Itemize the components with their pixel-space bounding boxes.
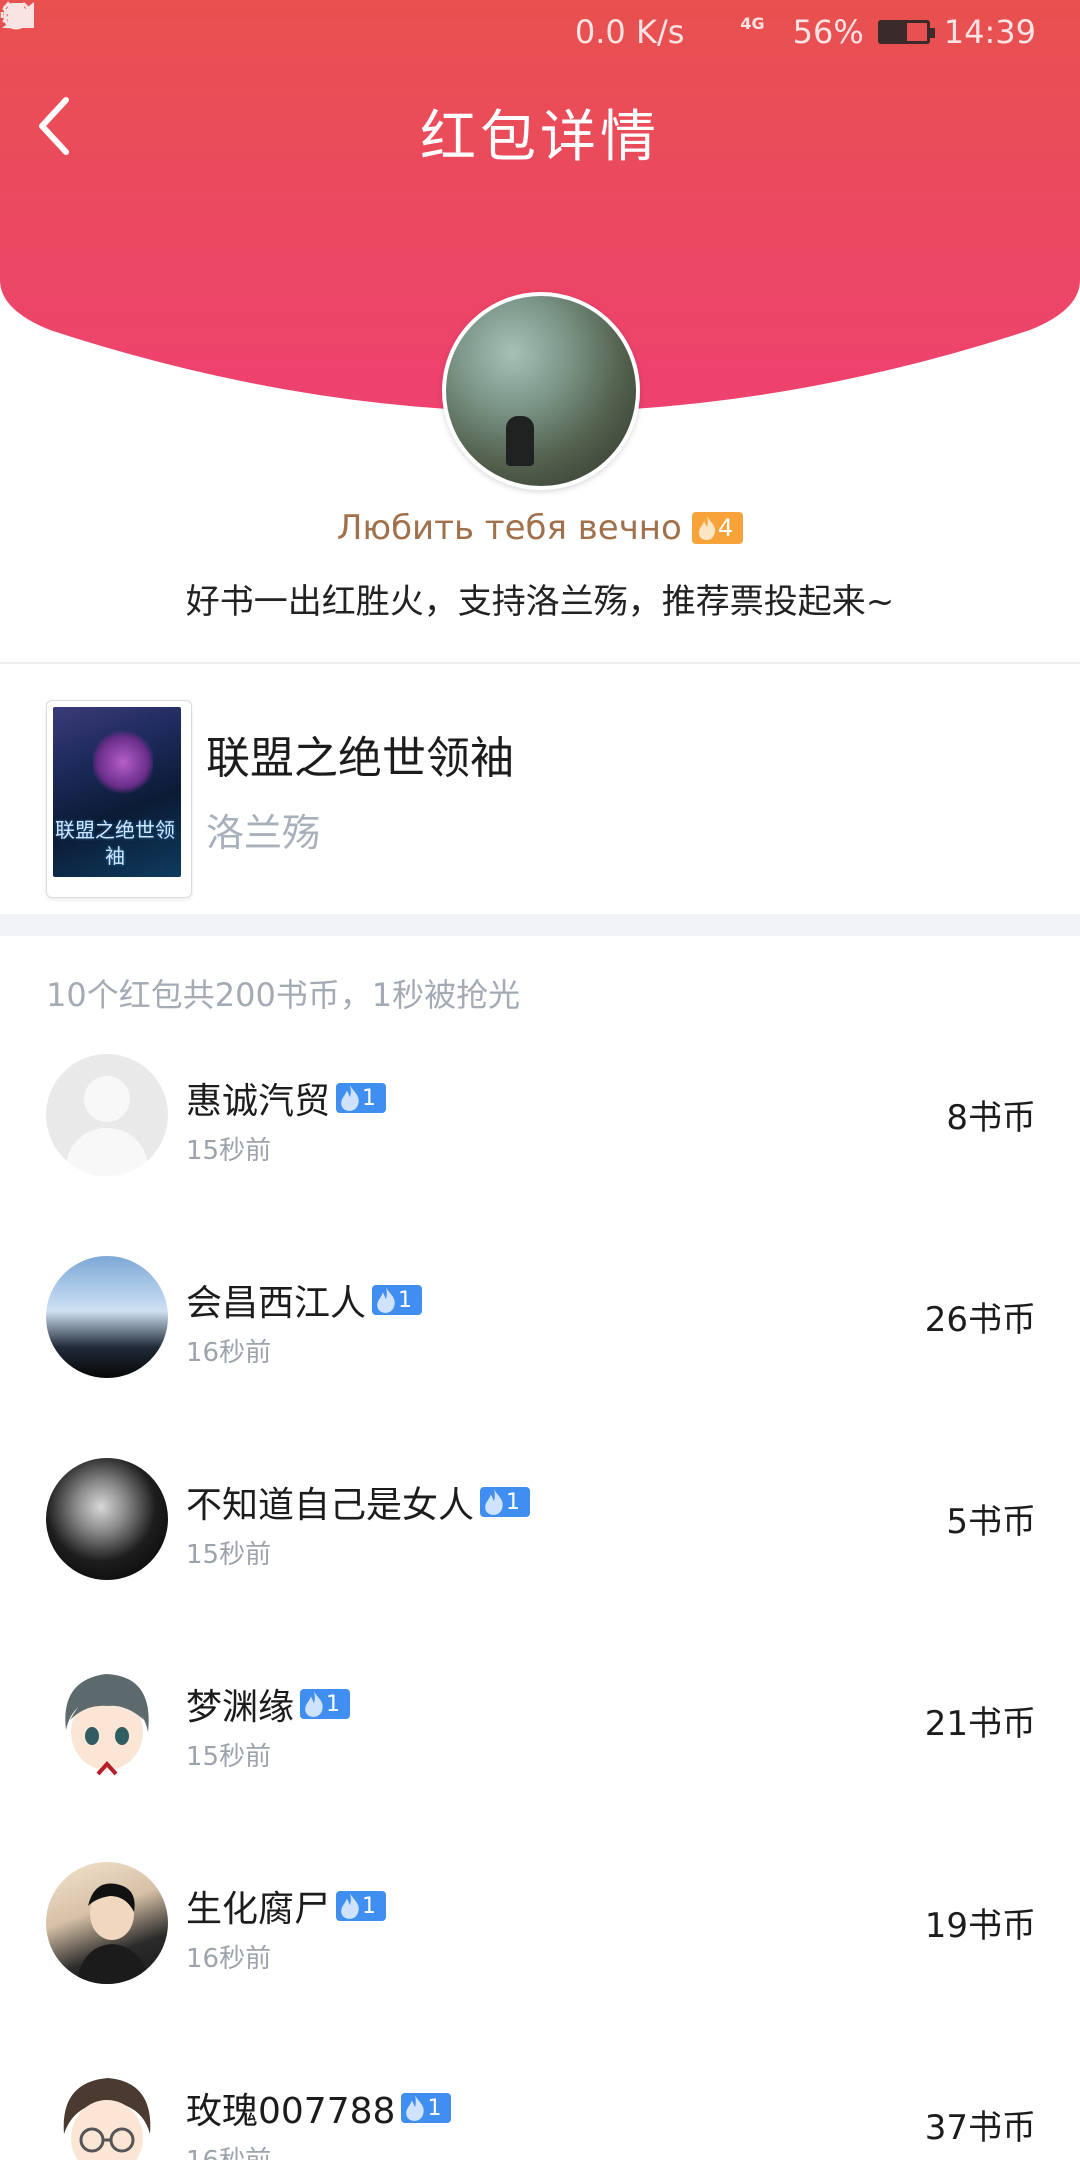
recipient-name: 惠诚汽贸	[186, 1081, 331, 1122]
book-title[interactable]: 联盟之绝世领袖	[206, 722, 514, 786]
flame-icon	[406, 2095, 425, 2121]
sender-level-badge: 4	[691, 512, 744, 544]
book-author: 洛兰殇	[206, 811, 321, 855]
section-separator	[0, 914, 1080, 936]
grab-time: 15秒前	[186, 1742, 272, 1772]
avatar[interactable]	[46, 1458, 168, 1580]
anime-avatar-art	[63, 2078, 151, 2160]
book-cover[interactable]: 联盟之绝世领袖	[46, 700, 192, 898]
sender-nickname[interactable]: Любить тебя вечно	[337, 508, 682, 548]
flame-icon	[305, 1691, 323, 1717]
fan-level-badge: 1	[401, 2093, 452, 2123]
grab-amount: 5书币	[946, 1502, 1036, 1542]
grab-amount: 26书币	[924, 1300, 1036, 1340]
avatar[interactable]	[46, 1256, 168, 1378]
flame-icon	[341, 1893, 359, 1919]
flame-icon	[377, 1287, 395, 1313]
photo-avatar-art	[76, 1883, 150, 1984]
fan-level: 1	[506, 1489, 521, 1515]
avatar[interactable]	[46, 1054, 168, 1176]
redpacket-summary: 10个红包共200书币，1秒被抢光	[46, 976, 521, 1014]
battery-icon	[877, 20, 935, 44]
fan-level-badge: 1	[372, 1285, 423, 1315]
fan-level-badge: 1	[300, 1689, 351, 1719]
sender-info: Любить тебя вечно 4	[0, 508, 1080, 548]
recipient-name: 梦渊缘	[186, 1687, 295, 1728]
grab-amount: 37书币	[924, 2108, 1036, 2148]
grab-amount: 21书币	[924, 1704, 1036, 1744]
flame-icon	[698, 516, 715, 540]
fan-level: 1	[326, 1691, 341, 1717]
fan-level-badge: 1	[336, 1083, 387, 1113]
book-card[interactable]: 联盟之绝世领袖 联盟之绝世领袖 洛兰殇	[0, 664, 1080, 914]
avatar[interactable]	[46, 1862, 168, 1984]
recipient-name: 会昌西江人	[186, 1283, 367, 1324]
sender-avatar[interactable]	[442, 292, 640, 490]
book-cover-art: 联盟之绝世领袖	[53, 707, 181, 877]
avatar[interactable]	[46, 1660, 168, 1782]
page-title: 红包详情	[420, 105, 660, 170]
grab-time: 16秒前	[186, 2140, 271, 2160]
recipient-name: 玫瑰007788	[186, 2091, 396, 2132]
grab-time: 16秒前	[186, 1944, 272, 1974]
fan-level-badge: 1	[480, 1487, 531, 1517]
network-type-label: 4G	[740, 14, 765, 33]
grab-time: 15秒前	[186, 1136, 272, 1166]
list-item[interactable]: 玫瑰007788 1 16秒前 37书币	[0, 2040, 1080, 2160]
book-cover-text: 联盟之绝世领袖	[55, 818, 175, 868]
fan-level: 1	[427, 2095, 442, 2121]
grab-amount: 8书币	[946, 1098, 1036, 1138]
grab-time: 15秒前	[186, 1540, 272, 1570]
grab-amount: 19书币	[924, 1906, 1036, 1946]
grab-time: 16秒前	[186, 1338, 272, 1368]
list-item[interactable]: 会昌西江人 1 16秒前 26书币	[0, 1232, 1080, 1434]
list-item[interactable]: 不知道自己是女人 1 15秒前 5书币	[0, 1434, 1080, 1636]
flame-icon	[485, 1489, 503, 1515]
list-item[interactable]: 梦渊缘 1 15秒前 21书币	[0, 1636, 1080, 1838]
list-item[interactable]: 惠诚汽贸 1 15秒前 8书币	[0, 1030, 1080, 1232]
flame-icon	[341, 1085, 359, 1111]
clock: 14:39	[943, 13, 1036, 51]
anime-avatar-art	[65, 1674, 149, 1776]
recipient-name: 生化腐尸	[186, 1889, 331, 1930]
sender-message: 好书一出红胜火，支持洛兰殇，推荐票投起来~	[185, 582, 895, 622]
fan-level: 1	[362, 1893, 377, 1919]
status-bar: 0.0 K/s 4G 56% 14:39	[0, 0, 1080, 64]
battery-percent: 56%	[792, 13, 864, 51]
list-item[interactable]: 生化腐尸 1 16秒前 19书币	[0, 1838, 1080, 2040]
fan-level: 1	[398, 1287, 413, 1313]
recipient-name: 不知道自己是女人	[186, 1485, 475, 1526]
network-speed: 0.0 K/s	[574, 13, 685, 51]
avatar[interactable]	[46, 2064, 168, 2160]
fan-level: 1	[362, 1085, 377, 1111]
fan-level-badge: 1	[336, 1891, 387, 1921]
sender-level: 4	[717, 514, 734, 542]
